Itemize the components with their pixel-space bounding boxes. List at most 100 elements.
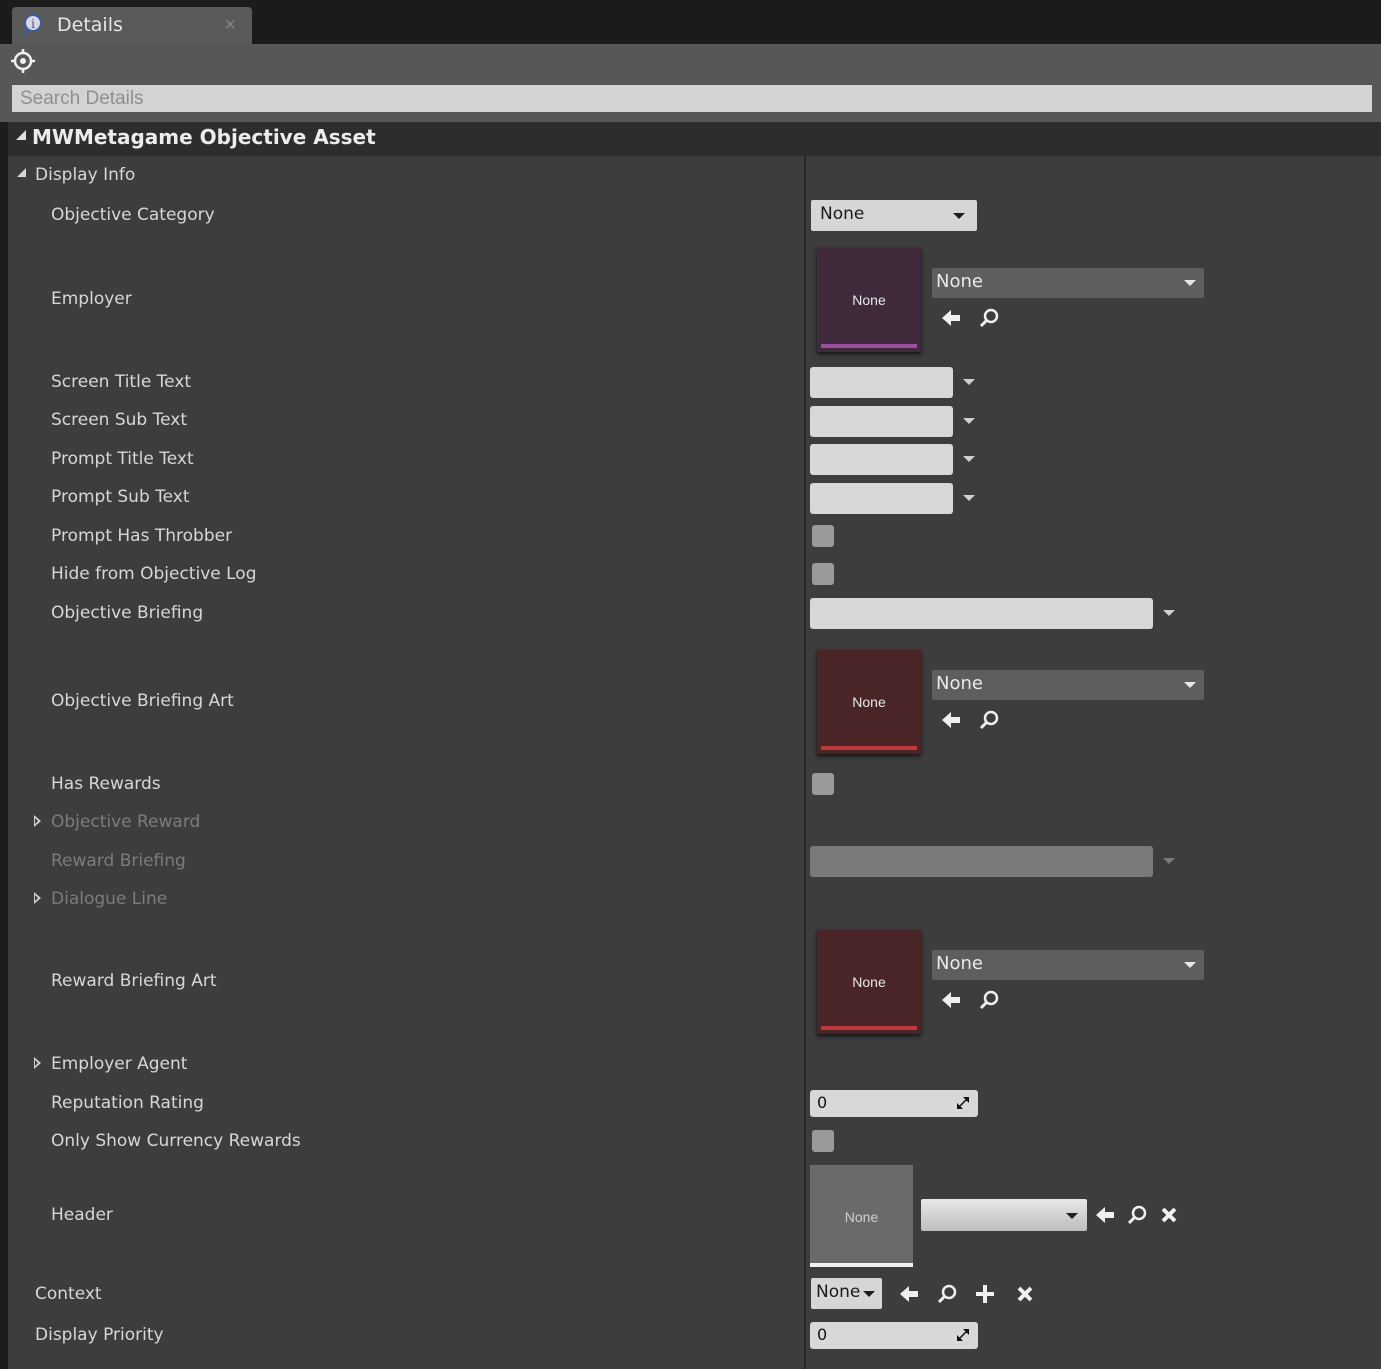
- label-objective-reward[interactable]: Objective Reward: [51, 812, 200, 832]
- tab-bar: i Details ×: [0, 0, 1381, 44]
- objective-briefing-field[interactable]: [810, 598, 1153, 629]
- lock-target-icon[interactable]: [10, 48, 36, 74]
- objective-category-value: None: [820, 204, 865, 224]
- expand-arrow-icon[interactable]: [34, 1057, 41, 1069]
- use-selected-arrow-icon[interactable]: [940, 989, 962, 1011]
- label-dialogue-line[interactable]: Dialogue Line: [51, 889, 167, 909]
- search-bar: [0, 84, 1381, 122]
- chevron-down-icon[interactable]: [963, 495, 975, 501]
- label-screen-title-text: Screen Title Text: [51, 372, 192, 392]
- browse-search-icon[interactable]: [978, 709, 1000, 731]
- label-objective-briefing: Objective Briefing: [51, 603, 204, 623]
- label-display-priority: Display Priority: [35, 1325, 164, 1345]
- label-screen-sub-text: Screen Sub Text: [51, 410, 187, 430]
- clear-x-icon[interactable]: [1014, 1283, 1036, 1305]
- chevron-down-icon[interactable]: [1163, 610, 1175, 616]
- tab-details[interactable]: i Details ×: [12, 7, 252, 44]
- employer-thumbnail[interactable]: None: [817, 248, 921, 352]
- screen-title-text-field[interactable]: [810, 367, 953, 398]
- display-priority-value: 0: [817, 1325, 828, 1344]
- header-thumbnail[interactable]: None: [810, 1165, 913, 1267]
- employer-asset-combo[interactable]: None: [932, 268, 1204, 298]
- chevron-down-icon[interactable]: [963, 418, 975, 424]
- objective-briefing-art-thumbnail[interactable]: None: [817, 650, 921, 754]
- use-selected-arrow-icon[interactable]: [940, 709, 962, 731]
- reputation-rating-field[interactable]: 0: [810, 1090, 978, 1117]
- chevron-down-icon: [1066, 1213, 1078, 1219]
- browse-search-icon[interactable]: [936, 1283, 958, 1305]
- chevron-down-icon[interactable]: [963, 379, 975, 385]
- display-priority-field[interactable]: 0: [810, 1322, 978, 1349]
- screen-sub-text-field[interactable]: [810, 406, 953, 437]
- tab-close-icon[interactable]: ×: [224, 15, 237, 33]
- label-hide-from-objective-log: Hide from Objective Log: [51, 564, 257, 584]
- expand-arrow-icon[interactable]: [34, 892, 41, 904]
- prompt-has-throbber-checkbox[interactable]: [812, 525, 834, 547]
- details-icon: i: [22, 14, 42, 35]
- column-divider[interactable]: [804, 156, 806, 1369]
- asset-type-bar: [821, 1026, 917, 1030]
- use-selected-arrow-icon[interactable]: [898, 1283, 920, 1305]
- chevron-down-icon: [1163, 858, 1175, 864]
- category-header[interactable]: MWMetagame Objective Asset: [8, 122, 1381, 156]
- search-details-input[interactable]: [12, 85, 1372, 112]
- use-selected-arrow-icon[interactable]: [1094, 1204, 1116, 1226]
- reward-briefing-art-thumbnail[interactable]: None: [817, 930, 921, 1034]
- thumbnail-label: None: [844, 1209, 879, 1225]
- thumbnail-label: None: [852, 974, 886, 990]
- label-employer-agent[interactable]: Employer Agent: [51, 1054, 187, 1074]
- context-combo[interactable]: None: [811, 1278, 882, 1309]
- reputation-rating-value: 0: [817, 1093, 828, 1112]
- has-rewards-checkbox[interactable]: [812, 773, 834, 795]
- chevron-down-icon[interactable]: [963, 456, 975, 462]
- category-title: MWMetagame Objective Asset: [32, 125, 376, 149]
- label-prompt-sub-text: Prompt Sub Text: [51, 487, 190, 507]
- label-prompt-has-throbber: Prompt Has Throbber: [51, 526, 233, 546]
- context-value: None: [816, 1282, 861, 1302]
- reward-briefing-field: [810, 846, 1153, 877]
- chevron-down-icon: [1184, 280, 1196, 286]
- label-objective-briefing-art: Objective Briefing Art: [51, 691, 234, 711]
- svg-text:i: i: [31, 17, 35, 31]
- employer-asset-value: None: [936, 271, 983, 292]
- label-reward-briefing: Reward Briefing: [51, 851, 186, 871]
- spin-arrows-icon[interactable]: [956, 1096, 970, 1110]
- label-employer: Employer: [51, 289, 132, 309]
- add-plus-icon[interactable]: [974, 1283, 996, 1305]
- label-only-show-currency-rewards: Only Show Currency Rewards: [51, 1131, 301, 1151]
- expand-arrow-icon[interactable]: [34, 815, 41, 827]
- use-selected-arrow-icon[interactable]: [940, 307, 962, 329]
- browse-search-icon[interactable]: [1126, 1204, 1148, 1226]
- asset-type-bar: [821, 344, 917, 348]
- prompt-title-text-field[interactable]: [810, 444, 953, 475]
- group-collapse-arrow-icon[interactable]: [17, 168, 26, 177]
- label-has-rewards: Has Rewards: [51, 774, 161, 794]
- label-reward-briefing-art: Reward Briefing Art: [51, 971, 217, 991]
- asset-type-bar: [810, 1263, 913, 1267]
- label-prompt-title-text: Prompt Title Text: [51, 449, 194, 469]
- chevron-down-icon: [863, 1291, 875, 1297]
- chevron-down-icon: [1184, 682, 1196, 688]
- hide-from-log-checkbox[interactable]: [812, 563, 834, 585]
- label-header: Header: [51, 1205, 113, 1225]
- browse-search-icon[interactable]: [978, 989, 1000, 1011]
- chevron-down-icon: [1184, 962, 1196, 968]
- left-gutter: [0, 122, 8, 1369]
- collapse-arrow-icon[interactable]: [16, 130, 26, 140]
- prompt-sub-text-field[interactable]: [810, 483, 953, 514]
- tab-label: Details: [57, 14, 123, 36]
- clear-x-icon[interactable]: [1158, 1204, 1180, 1226]
- objective-briefing-art-combo[interactable]: None: [932, 670, 1204, 700]
- header-asset-combo[interactable]: [921, 1199, 1087, 1231]
- only-show-currency-checkbox[interactable]: [812, 1130, 834, 1152]
- thumbnail-label: None: [852, 292, 886, 308]
- toolbar: [0, 44, 1381, 84]
- group-display-info[interactable]: Display Info: [35, 165, 135, 185]
- reward-briefing-art-combo[interactable]: None: [932, 950, 1204, 980]
- spin-arrows-icon[interactable]: [956, 1328, 970, 1342]
- label-context: Context: [35, 1284, 102, 1304]
- browse-search-icon[interactable]: [978, 307, 1000, 329]
- objective-category-combo[interactable]: None: [811, 200, 977, 231]
- label-objective-category: Objective Category: [51, 205, 215, 225]
- thumbnail-label: None: [852, 694, 886, 710]
